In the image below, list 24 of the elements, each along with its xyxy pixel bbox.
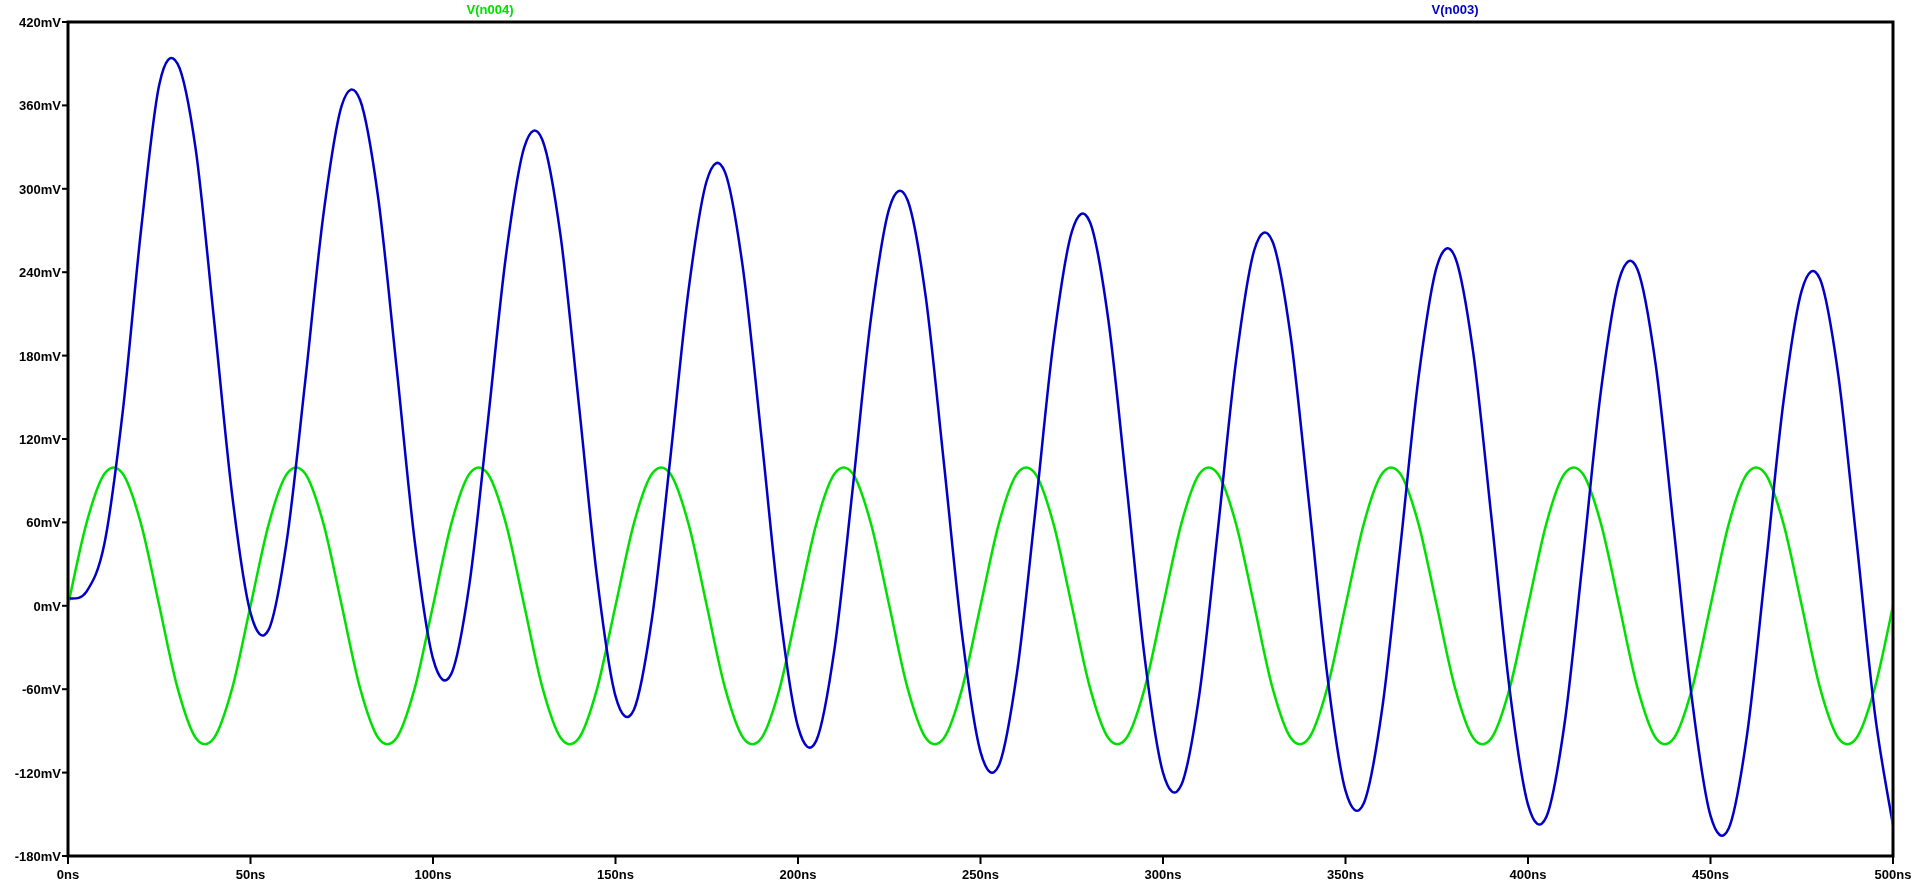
x-axis-label: 0ns bbox=[56, 867, 80, 882]
y-axis-label: 300mV bbox=[19, 181, 61, 197]
x-axis-label: 500ns bbox=[1874, 867, 1912, 882]
trace-label: V(n003) bbox=[1431, 2, 1479, 17]
x-axis-label: 400ns bbox=[1509, 867, 1547, 882]
y-axis-label: 60mV bbox=[26, 515, 61, 531]
y-axis-label: 180mV bbox=[19, 348, 61, 364]
x-axis-label: 200ns bbox=[779, 867, 817, 882]
x-axis-label: 150ns bbox=[597, 867, 634, 882]
x-axis-label: 100ns bbox=[414, 867, 452, 882]
x-axis-label: 250ns bbox=[962, 867, 999, 882]
y-axis-label: -180mV bbox=[14, 849, 61, 864]
y-axis-label: -120mV bbox=[14, 765, 61, 781]
x-axis-label: 350ns bbox=[1327, 867, 1364, 882]
x-axis-label: 300ns bbox=[1144, 867, 1182, 882]
y-axis-label: 360mV bbox=[19, 98, 61, 114]
x-axis-label: 450ns bbox=[1692, 867, 1729, 882]
y-axis-label: 0mV bbox=[33, 598, 61, 614]
x-axis-label: 50ns bbox=[235, 867, 266, 882]
y-axis-label: -60mV bbox=[21, 682, 61, 698]
trace-label: V(n004) bbox=[466, 2, 514, 17]
y-axis-label: 240mV bbox=[19, 265, 61, 281]
y-axis-label: 420mV bbox=[19, 15, 61, 30]
y-axis-label: 120mV bbox=[19, 432, 61, 447]
